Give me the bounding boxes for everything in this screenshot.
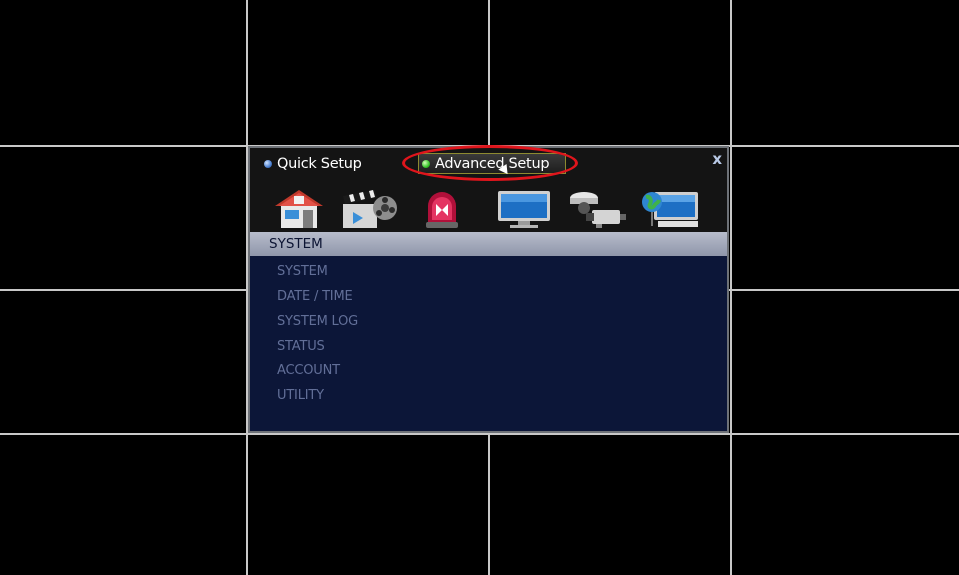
menu-item-system[interactable]: SYSTEM	[277, 264, 328, 279]
tab-indicator-icon	[264, 160, 272, 168]
tab-bar: Quick Setup Advanced Setup x	[250, 145, 727, 181]
event-alarm-light-icon[interactable]	[422, 188, 474, 230]
tab-quick-setup[interactable]: Quick Setup	[264, 152, 362, 176]
menu-item-status[interactable]: STATUS	[277, 339, 325, 354]
close-button[interactable]: x	[712, 150, 722, 168]
section-header: SYSTEM	[250, 232, 727, 256]
record-clapper-icon[interactable]	[339, 188, 397, 230]
tab-advanced-setup[interactable]: Advanced Setup	[418, 153, 566, 174]
menu-item-account[interactable]: ACCOUNT	[277, 363, 340, 378]
system-house-icon[interactable]	[273, 188, 325, 230]
system-menu-list: SYSTEM DATE / TIME SYSTEM LOG STATUS ACC…	[250, 256, 727, 431]
camera-icon[interactable]	[568, 188, 626, 230]
display-monitor-icon[interactable]	[496, 188, 550, 230]
category-icon-bar	[250, 182, 727, 232]
tab-advanced-setup-label: Advanced Setup	[435, 155, 550, 172]
grid-line-horizontal-3	[0, 433, 959, 435]
network-globe-icon[interactable]	[640, 188, 698, 230]
menu-item-system-log[interactable]: SYSTEM LOG	[277, 314, 358, 329]
tab-quick-setup-label: Quick Setup	[277, 156, 362, 172]
grid-line-vertical-3	[730, 0, 732, 575]
menu-item-date-time[interactable]: DATE / TIME	[277, 289, 353, 304]
tab-indicator-active-icon	[422, 159, 430, 168]
menu-item-utility[interactable]: UTILITY	[277, 388, 324, 403]
setup-dialog: Quick Setup Advanced Setup x SYSTEM SYST…	[248, 145, 729, 433]
